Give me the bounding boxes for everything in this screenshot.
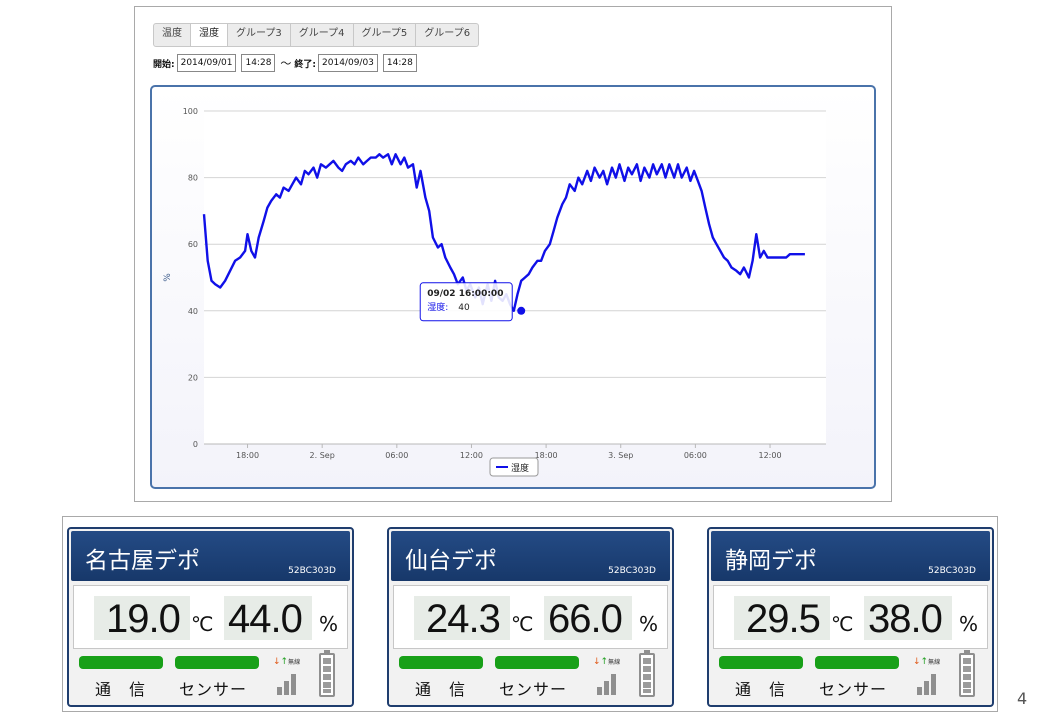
y-tick-label: 100 [183, 107, 198, 116]
temperature-unit: ℃ [511, 612, 534, 636]
chart-panel: 温度 湿度 グループ3 グループ4 グループ5 グループ6 開始: 2014/0… [134, 6, 892, 502]
x-tick-label: 3. Sep [608, 451, 633, 460]
y-tick-label: 80 [188, 174, 198, 183]
y-axis-label: % [163, 273, 173, 282]
group-tabs: 温度 湿度 グループ3 グループ4 グループ5 グループ6 [153, 23, 480, 47]
tab-group5[interactable]: グループ5 [354, 24, 417, 46]
station-card-sendai[interactable]: 仙台デポ 52BC303D 24.3 ℃ 66.0 % 通 信 センサー ↓↑無… [387, 527, 674, 707]
y-tick-label: 40 [188, 307, 198, 316]
tab-group6[interactable]: グループ6 [416, 24, 478, 46]
stations-panel: 名古屋デポ 52BC303D 19.0 ℃ 44.0 % 通 信 センサー ↓↑… [62, 516, 998, 712]
wireless-label: 無線 [288, 659, 301, 666]
chart-frame: 0 20 40 60 80 100 18:00 2. Sep 06:00 12:00 18:00 3.… [150, 85, 876, 489]
station-header: 静岡デポ 52BC303D [711, 531, 990, 581]
plot-area [204, 111, 826, 444]
start-label: 開始: [153, 59, 175, 70]
x-tick-label: 12:00 [758, 451, 781, 460]
station-name: 名古屋デポ [85, 548, 200, 574]
page-number: 4 [1017, 689, 1028, 708]
wireless-label: 無線 [608, 659, 621, 666]
humidity-unit: % [639, 612, 659, 636]
station-readout: 24.3 ℃ 66.0 % [393, 585, 668, 649]
humidity-value: 38.0 [868, 597, 943, 641]
start-date-field[interactable]: 2014/09/01 [176, 54, 237, 72]
station-card-shizuoka[interactable]: 静岡デポ 52BC303D 29.5 ℃ 38.0 % 通 信 センサー ↓↑無… [707, 527, 994, 707]
tooltip-series-name: 湿度: [427, 301, 448, 313]
temperature-unit: ℃ [191, 612, 214, 636]
humidity-unit: % [319, 612, 339, 636]
tab-humidity[interactable]: 湿度 [191, 24, 228, 46]
sensor-label: センサー [179, 680, 248, 699]
temperature-unit: ℃ [831, 612, 854, 636]
tab-temperature[interactable]: 温度 [154, 24, 191, 46]
station-name: 静岡デポ [725, 548, 817, 574]
comm-status-indicator [399, 656, 483, 669]
comm-label: 通 信 [415, 680, 467, 699]
y-tick-label: 20 [188, 373, 198, 382]
legend-item-label: 湿度 [511, 462, 529, 474]
station-card-nagoya[interactable]: 名古屋デポ 52BC303D 19.0 ℃ 44.0 % 通 信 センサー ↓↑… [67, 527, 354, 707]
tooltip-value: 40 [458, 303, 470, 313]
x-tick-label: 2. Sep [310, 451, 335, 460]
humidity-chart: 0 20 40 60 80 100 18:00 2. Sep 06:00 12:00 18:00 3.… [163, 107, 826, 477]
station-header: 名古屋デポ 52BC303D [71, 531, 350, 581]
comm-status-indicator [79, 656, 163, 669]
transfer-arrows-icon: ↓↑無線 [593, 657, 621, 667]
x-tick-label: 18:00 [535, 451, 558, 460]
sensor-status-indicator [495, 656, 579, 669]
station-readout: 19.0 ℃ 44.0 % [73, 585, 348, 649]
x-tick-label: 18:00 [236, 451, 259, 460]
range-separator: ～ [280, 57, 292, 70]
transfer-arrows-icon: ↓↑無線 [913, 657, 941, 667]
comm-label: 通 信 [95, 680, 147, 699]
station-readout: 29.5 ℃ 38.0 % [713, 585, 988, 649]
battery-icon [639, 650, 655, 697]
tab-group3[interactable]: グループ3 [228, 24, 291, 46]
station-id: 52BC303D [928, 566, 976, 576]
x-tick-label: 06:00 [684, 451, 707, 460]
y-tick-label: 0 [193, 440, 198, 449]
temperature-value: 29.5 [746, 597, 821, 641]
sensor-status-indicator [815, 656, 899, 669]
station-id: 52BC303D [288, 566, 336, 576]
tab-group4[interactable]: グループ4 [291, 24, 354, 46]
station-id: 52BC303D [608, 566, 656, 576]
battery-icon [319, 650, 335, 697]
tooltip-date: 09/02 16:00:00 [427, 289, 503, 299]
x-tick-label: 12:00 [460, 451, 483, 460]
end-time-field[interactable]: 14:28 [382, 54, 417, 72]
end-date-field[interactable]: 2014/09/03 [318, 54, 378, 72]
humidity-value: 44.0 [228, 597, 303, 641]
x-tick-label: 06:00 [385, 451, 408, 460]
transfer-arrows-icon: ↓↑無線 [273, 657, 301, 667]
sensor-label: センサー [819, 680, 888, 699]
battery-icon [959, 650, 975, 697]
y-tick-label: 60 [188, 240, 198, 249]
end-label: 終了: [294, 59, 317, 70]
comm-label: 通 信 [735, 680, 787, 699]
comm-status-indicator [719, 656, 803, 669]
date-range-row: 開始: 2014/09/01 14:28 ～ 終了: 2014/09/03 14… [153, 54, 422, 72]
humidity-value: 66.0 [548, 597, 623, 641]
sensor-label: センサー [499, 680, 568, 699]
start-time-field[interactable]: 14:28 [241, 54, 276, 72]
station-header: 仙台デポ 52BC303D [391, 531, 670, 581]
temperature-value: 24.3 [426, 597, 501, 641]
sensor-status-indicator [175, 656, 259, 669]
wireless-label: 無線 [928, 659, 941, 666]
humidity-unit: % [959, 612, 979, 636]
temperature-value: 19.0 [106, 597, 181, 641]
station-name: 仙台デポ [405, 548, 497, 574]
hover-point [517, 306, 526, 315]
